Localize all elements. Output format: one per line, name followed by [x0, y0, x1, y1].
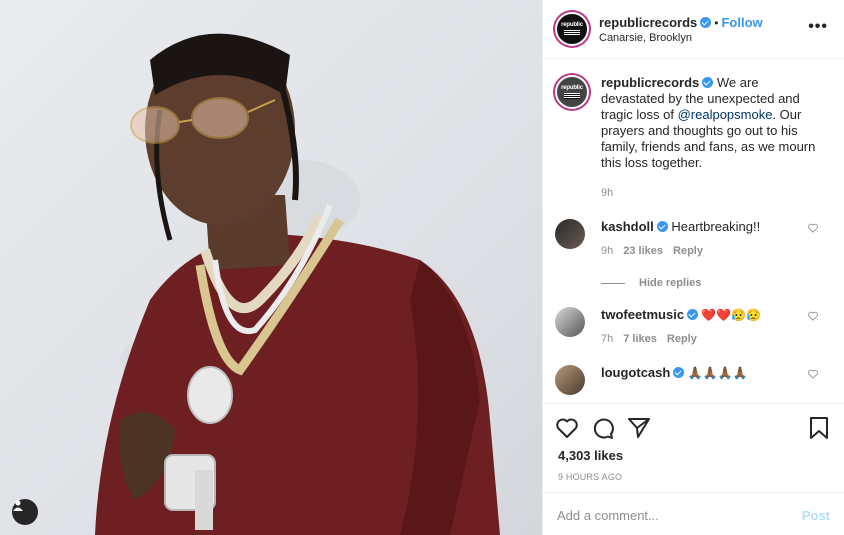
like-comment-icon[interactable]: [808, 311, 818, 321]
comment-row: twofeetmusic ❤️❤️😥😥 7h 7 likes Reply: [555, 307, 832, 347]
like-comment-icon[interactable]: [808, 369, 818, 379]
follow-button[interactable]: Follow: [721, 15, 762, 30]
avatar-text: republic: [561, 85, 583, 91]
verified-icon: [687, 309, 699, 320]
avatar[interactable]: republic: [555, 12, 589, 46]
republic-logo: republic: [561, 22, 583, 36]
verified-icon: [656, 221, 668, 232]
divider-line: [601, 282, 625, 284]
caption-username[interactable]: republicrecords: [601, 75, 699, 90]
tag-user-icon[interactable]: [12, 499, 38, 525]
comment-time[interactable]: 7h: [601, 333, 613, 345]
post-comment-button[interactable]: Post: [802, 508, 830, 523]
header-text: republicrecords • Follow Canarsie, Brookly…: [599, 15, 763, 44]
comment-time[interactable]: 9h: [601, 245, 613, 257]
portrait-illustration: [95, 33, 500, 535]
caption: republic republicrecords We are devastat…: [555, 75, 832, 201]
post-side-panel: republic republicrecords • Follow Canarsie…: [542, 0, 844, 535]
avatar[interactable]: [555, 307, 585, 337]
heart-icon[interactable]: [555, 416, 579, 440]
comment-row: kashdoll Heartbreaking!! 9h 23 likes Reply: [555, 219, 832, 259]
like-comment-icon[interactable]: [808, 223, 818, 233]
post-username[interactable]: republicrecords: [599, 15, 697, 30]
comment-text: ❤️❤️😥😥: [698, 308, 762, 322]
add-comment-bar: Post: [543, 492, 844, 535]
likes-count[interactable]: 4,303 likes: [558, 448, 623, 463]
comment-text: 🙏🏾🙏🏾🙏🏾🙏🏾: [684, 366, 748, 380]
more-options-icon[interactable]: •••: [808, 19, 828, 35]
post-location[interactable]: Canarsie, Brooklyn: [599, 32, 763, 44]
hide-replies-label: Hide replies: [639, 277, 702, 289]
avatar-text: republic: [561, 22, 583, 28]
verified-icon: [700, 16, 712, 28]
comments-section[interactable]: republic republicrecords We are devastat…: [543, 59, 844, 403]
post-photo[interactable]: [0, 0, 542, 535]
post-header: republic republicrecords • Follow Canarsie…: [543, 0, 844, 59]
comment-username[interactable]: twofeetmusic: [601, 307, 684, 322]
avatar[interactable]: [555, 365, 585, 395]
comment-icon[interactable]: [591, 416, 615, 440]
comment-likes[interactable]: 7 likes: [623, 333, 657, 345]
verified-icon: [673, 367, 685, 378]
mention-link[interactable]: @realpopsmoke: [678, 107, 773, 122]
comment-text: Heartbreaking!!: [667, 219, 761, 234]
comment-input[interactable]: [557, 508, 777, 523]
comment-likes[interactable]: 23 likes: [623, 245, 663, 257]
post-time-ago[interactable]: 9 HOURS AGO: [558, 472, 622, 482]
action-icons: [555, 416, 651, 440]
republic-logo: republic: [561, 85, 583, 99]
bookmark-icon[interactable]: [808, 416, 830, 440]
verified-icon: [702, 77, 714, 88]
avatar[interactable]: [555, 219, 585, 249]
share-icon[interactable]: [627, 416, 651, 440]
avatar[interactable]: republic: [555, 75, 589, 109]
reply-button[interactable]: Reply: [673, 245, 703, 257]
hide-replies-button[interactable]: Hide replies: [601, 277, 832, 289]
post-actions: 4,303 likes 9 HOURS AGO Post: [543, 403, 844, 535]
comment-username[interactable]: kashdoll: [601, 219, 654, 234]
instagram-post-modal: republic republicrecords • Follow Canarsie…: [0, 0, 844, 535]
comment-username[interactable]: lougotcash: [601, 365, 670, 380]
caption-time[interactable]: 9h: [601, 187, 613, 199]
reply-button[interactable]: Reply: [667, 333, 697, 345]
separator-dot: •: [714, 15, 719, 30]
comment-row: lougotcash 🙏🏾🙏🏾🙏🏾🙏🏾: [555, 365, 832, 395]
